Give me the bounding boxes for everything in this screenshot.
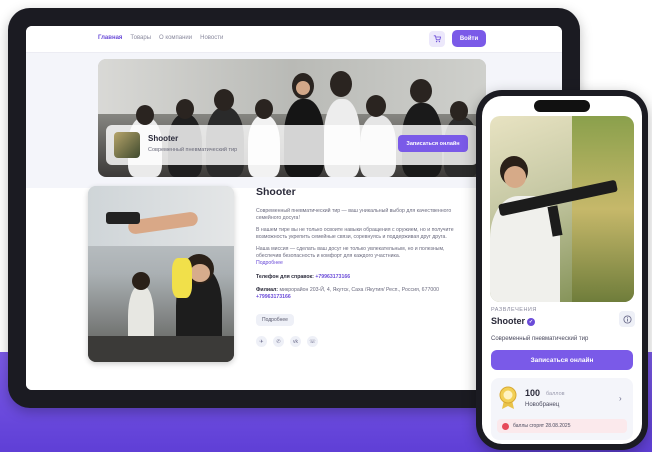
bonus-card[interactable]: 100 баллов Новобранец › баллы сгорят 28.… — [491, 378, 633, 440]
phone-venue-name: Shooter ✓ — [491, 316, 536, 326]
phone-venue-description: Современный пневматический тир — [491, 336, 589, 342]
info-icon — [622, 314, 632, 324]
nav-link-products[interactable]: Товары — [130, 35, 151, 41]
phone-photo-person — [504, 166, 526, 188]
hero-photo-person — [255, 99, 273, 119]
venue-title: Shooter — [256, 186, 296, 198]
cart-button[interactable] — [429, 31, 445, 47]
venue-description-2: В нашем тире вы не только освоите навыки… — [256, 227, 454, 240]
points-label: баллов — [546, 391, 565, 397]
signup-online-button[interactable]: Записаться онлайн — [398, 135, 468, 152]
telegram-icon[interactable]: ✈ — [256, 336, 267, 347]
venue-info: Shooter Современный пневматический тир —… — [256, 186, 456, 347]
venue-name: Shooter — [148, 134, 179, 143]
venue-photo-person — [190, 264, 210, 282]
venue-description-1: Современный пневматический тир — ваш уни… — [256, 208, 452, 221]
points-expire-text: баллы сгорят 28.08.2025 — [513, 423, 571, 429]
phone-link[interactable]: +79963173166 — [315, 274, 350, 280]
venue-subtitle: Современный пневматический тир — [148, 147, 238, 153]
phone-signup-button[interactable]: Записаться онлайн — [491, 350, 633, 370]
points-expire-banner: баллы сгорят 28.08.2025 — [497, 419, 627, 433]
fire-icon — [502, 422, 509, 430]
info-button[interactable] — [619, 311, 635, 327]
cart-icon — [433, 35, 441, 43]
branch-label: Филиал: — [256, 287, 279, 293]
hero-photo-person — [214, 89, 234, 111]
read-more-link[interactable]: Подробнее — [256, 260, 283, 266]
hero-photo-person — [330, 71, 352, 97]
hero-photo-person — [176, 99, 194, 119]
chevron-right-icon: › — [619, 394, 622, 403]
nav-link-news[interactable]: Новости — [200, 35, 223, 41]
venue-photo-person — [132, 272, 150, 290]
points-value: 100 — [525, 388, 541, 398]
phone-line: Телефон для справок: +79963173166 — [256, 274, 456, 281]
verified-icon: ✓ — [527, 317, 536, 326]
venue-description-3-text: Наша миссия — сделать ваш досуг не тольк… — [256, 246, 445, 259]
phone-device: РАЗВЛЕЧЕНИЯ Shooter ✓ Современный пневмат… — [476, 90, 648, 450]
category-label: РАЗВЛЕЧЕНИЯ — [491, 307, 537, 313]
hero-photo-person — [450, 101, 468, 121]
whatsapp-icon[interactable]: ☏ — [307, 336, 318, 347]
hero-photo-person — [366, 95, 386, 117]
branch-phone-link[interactable]: +79963173166 — [256, 294, 291, 300]
hero-photo-person — [296, 81, 310, 95]
vk-icon[interactable]: vk — [290, 336, 301, 347]
viber-icon[interactable]: ✆ — [273, 336, 284, 347]
nav-link-about[interactable]: О компании — [159, 35, 192, 41]
hero-photo-person — [136, 105, 154, 125]
venue-photo-floor — [88, 336, 234, 362]
more-button[interactable]: Подробнее — [256, 314, 294, 326]
social-links: ✈ ✆ vk ☏ — [256, 336, 456, 347]
phone-venue-name-text: Shooter — [491, 316, 526, 326]
hero-photo-person — [410, 79, 432, 103]
hero-banner: Shooter Современный пневматический тир З… — [98, 59, 486, 177]
login-button[interactable]: Войти — [452, 30, 486, 47]
hero-info-card: Shooter Современный пневматический тир З… — [106, 125, 478, 165]
phone-label: Телефон для справок: — [256, 274, 314, 280]
nav-links: Главная Товары О компании Новости — [98, 35, 223, 41]
venue-photo-pistol — [106, 212, 140, 224]
level-name: Новобранец — [525, 402, 560, 408]
venue-logo — [114, 132, 140, 158]
phone-screen: РАЗВЛЕЧЕНИЯ Shooter ✓ Современный пневмат… — [482, 96, 642, 444]
nav-link-home[interactable]: Главная — [98, 35, 122, 41]
phone-photo-poster — [572, 116, 634, 302]
venue-photo — [88, 186, 234, 362]
phone-notch — [534, 100, 590, 112]
medal-icon — [499, 386, 517, 409]
branch-address: микрорайон 203-Й, 4, Якутск, Саха /Якути… — [279, 287, 439, 293]
venue-description-3: Наша миссия — сделать ваш досуг не тольк… — [256, 246, 456, 267]
venue-photo-person — [172, 258, 192, 298]
phone-venue-photo — [490, 116, 634, 302]
branch-line: Филиал: микрорайон 203-Й, 4, Якутск, Сах… — [256, 287, 456, 301]
top-nav: Главная Товары О компании Новости Войти — [26, 26, 562, 53]
